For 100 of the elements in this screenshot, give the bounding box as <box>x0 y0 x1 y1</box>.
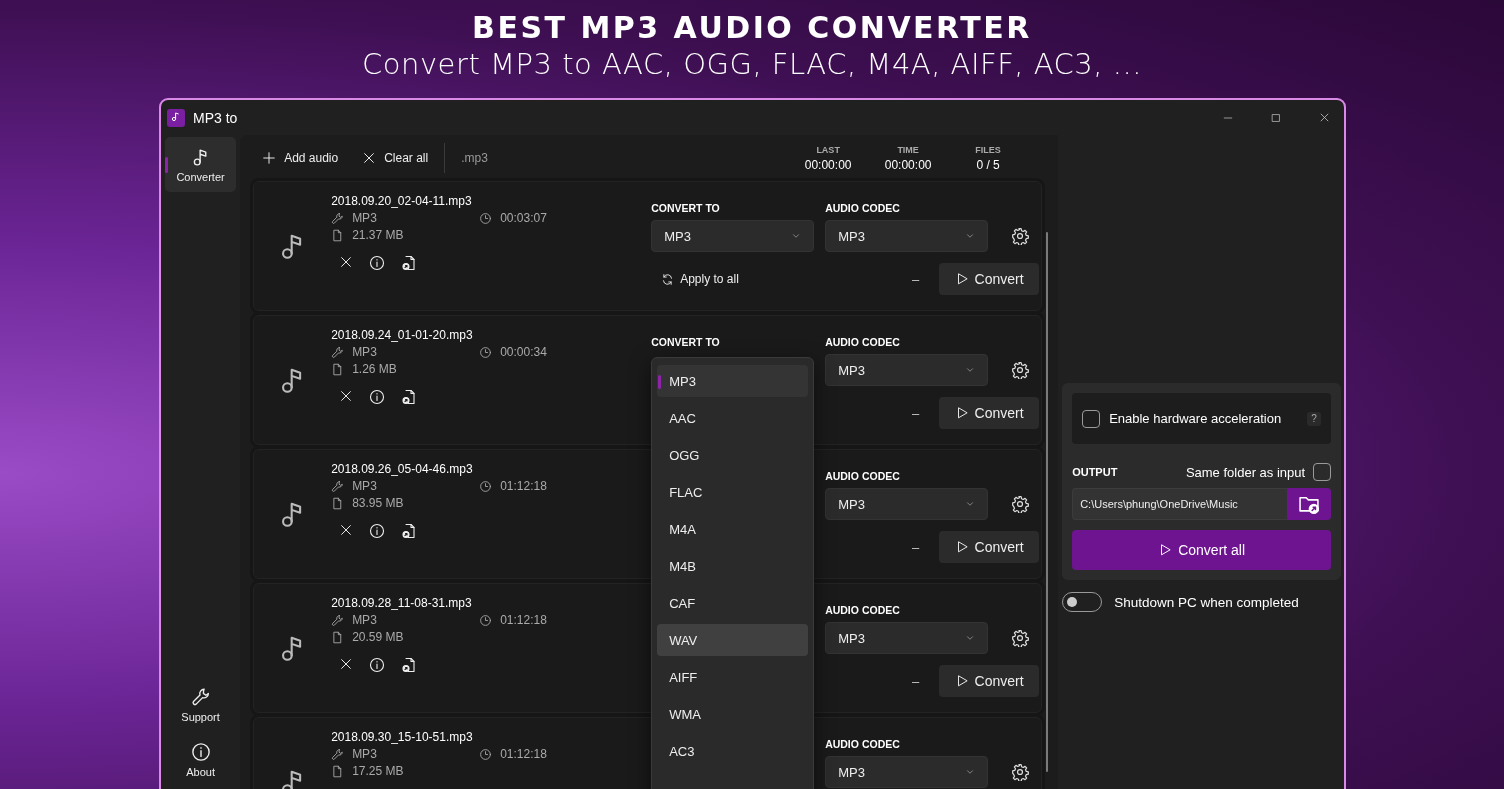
file-format: MP3 <box>352 746 377 762</box>
close-icon <box>1318 112 1330 123</box>
chevron-down-icon <box>965 633 976 643</box>
scrollbar[interactable] <box>1046 232 1049 772</box>
codec-dropdown[interactable]: MP3 <box>825 220 989 252</box>
clock-icon <box>479 211 493 225</box>
clear-button[interactable]: Clear all <box>360 147 431 169</box>
codec-dropdown[interactable]: MP3 <box>825 488 989 520</box>
open-file-button[interactable] <box>401 255 418 271</box>
field-label: AUDIO CODEC <box>825 470 901 484</box>
sidebar-item[interactable]: Converter <box>165 137 237 192</box>
dropdown-option[interactable]: M4B <box>657 550 809 582</box>
file-size: 20.59 MB <box>352 629 404 645</box>
file-format: MP3 <box>352 344 377 360</box>
open-file-button[interactable] <box>401 657 418 673</box>
open-file-button[interactable] <box>401 389 418 405</box>
info-button[interactable] <box>369 523 386 539</box>
convert-all-button[interactable]: Convert all <box>1072 530 1332 570</box>
app-logo-icon <box>167 108 185 127</box>
info-button[interactable] <box>369 657 386 673</box>
browse-folder-button[interactable] <box>1287 488 1332 520</box>
settings-button[interactable] <box>1011 763 1030 781</box>
file-name: 2018.09.20_02-04-11.mp3 <box>331 193 473 209</box>
settings-icon <box>1011 495 1030 513</box>
window-title: MP3 to <box>193 109 239 126</box>
file-duration: 01:12:18 <box>500 478 547 494</box>
chevron-down-icon <box>965 767 976 777</box>
stat-value: 0 / 5 <box>976 158 1000 173</box>
dropdown-option[interactable]: MP3 <box>657 365 809 397</box>
dropdown-option[interactable]: M4A <box>657 513 809 545</box>
help-button[interactable]: ? <box>1307 411 1322 426</box>
play-icon <box>1158 543 1173 557</box>
settings-icon <box>1011 361 1030 379</box>
file-format: MP3 <box>352 210 377 226</box>
info-icon <box>369 389 386 405</box>
field-label: AUDIO CODEC <box>825 202 901 216</box>
wrench-icon <box>331 747 345 761</box>
wrench-icon <box>190 686 211 707</box>
filter-text: .mp3 <box>461 151 489 165</box>
apply-to-all-button[interactable]: Apply to all <box>661 272 739 286</box>
checkbox-label: Enable hardware acceleration <box>1109 411 1282 426</box>
wrench-icon <box>331 345 345 359</box>
settings-button[interactable] <box>1011 361 1030 379</box>
wrench-icon <box>331 211 345 225</box>
file-arrow-icon <box>401 389 418 405</box>
settings-icon <box>1011 763 1030 781</box>
convert-button[interactable]: Convert <box>939 397 1040 429</box>
dropdown-option[interactable]: WMA <box>657 698 809 730</box>
file-name: 2018.09.30_15-10-51.mp3 <box>331 729 474 745</box>
file-arrow-icon <box>401 255 418 271</box>
settings-icon <box>1011 629 1030 647</box>
clock-icon <box>479 345 493 359</box>
file-size: 21.37 MB <box>352 227 404 243</box>
settings-icon <box>1011 227 1030 245</box>
stat-value: 00:00:00 <box>884 158 932 173</box>
stat-label: LAST <box>816 144 840 157</box>
stat-value: 00:00:00 <box>804 158 852 173</box>
checkbox[interactable] <box>1082 409 1101 428</box>
add-button[interactable]: Add audio <box>260 147 341 169</box>
close-icon <box>339 657 354 671</box>
file-format: MP3 <box>352 612 377 628</box>
output-path-field[interactable]: C:\Users\phung\OneDrive\Music <box>1072 488 1288 520</box>
file-size: 83.95 MB <box>352 495 404 511</box>
codec-dropdown[interactable]: MP3 <box>825 756 989 788</box>
dropdown-option[interactable]: FLAC <box>657 476 809 508</box>
file-name: 2018.09.26_05-04-46.mp3 <box>331 461 474 477</box>
file-name: 2018.09.24_01-01-20.mp3 <box>331 327 474 343</box>
settings-button[interactable] <box>1011 495 1030 513</box>
info-icon <box>369 255 386 271</box>
settings-button[interactable] <box>1011 227 1030 245</box>
convert-button[interactable]: Convert <box>939 665 1040 697</box>
settings-button[interactable] <box>1011 629 1030 647</box>
close-icon <box>362 151 377 165</box>
dropdown-option[interactable]: AIFF <box>657 661 809 693</box>
codec-dropdown[interactable]: MP3 <box>825 354 989 386</box>
convert-button[interactable]: Convert <box>939 531 1040 563</box>
progress-text: – <box>911 405 920 421</box>
dropdown-option[interactable]: WAV <box>657 624 809 656</box>
open-file-button[interactable] <box>401 523 418 539</box>
checkbox[interactable] <box>1313 463 1332 481</box>
format-dropdown[interactable]: MP3 <box>651 220 815 252</box>
codec-dropdown[interactable]: MP3 <box>825 622 989 654</box>
stat-label: FILES <box>975 144 1001 157</box>
file-duration: 00:00:34 <box>500 344 547 360</box>
close-icon <box>339 523 354 537</box>
info-button[interactable] <box>369 389 386 405</box>
sidebar-item[interactable]: About <box>165 732 237 787</box>
dropdown-option[interactable]: OGG <box>657 439 809 471</box>
info-button[interactable] <box>369 255 386 271</box>
dropdown-option[interactable]: CAF <box>657 587 809 619</box>
file-duration: 01:12:18 <box>500 746 547 762</box>
output-label: OUTPUT <box>1072 466 1119 478</box>
dropdown-option[interactable]: AAC <box>657 402 809 434</box>
banner-subtitle: Convert MP3 to AAC, OGG, FLAC, M4A, AIFF, AC3, ... <box>362 46 1142 82</box>
dropdown-option[interactable]: AC3 <box>657 735 809 767</box>
sidebar-item[interactable]: Support <box>165 677 237 732</box>
clock-icon <box>479 479 493 493</box>
convert-button[interactable]: Convert <box>939 263 1040 295</box>
file-size: 1.26 MB <box>352 361 397 377</box>
file-arrow-icon <box>401 523 418 539</box>
